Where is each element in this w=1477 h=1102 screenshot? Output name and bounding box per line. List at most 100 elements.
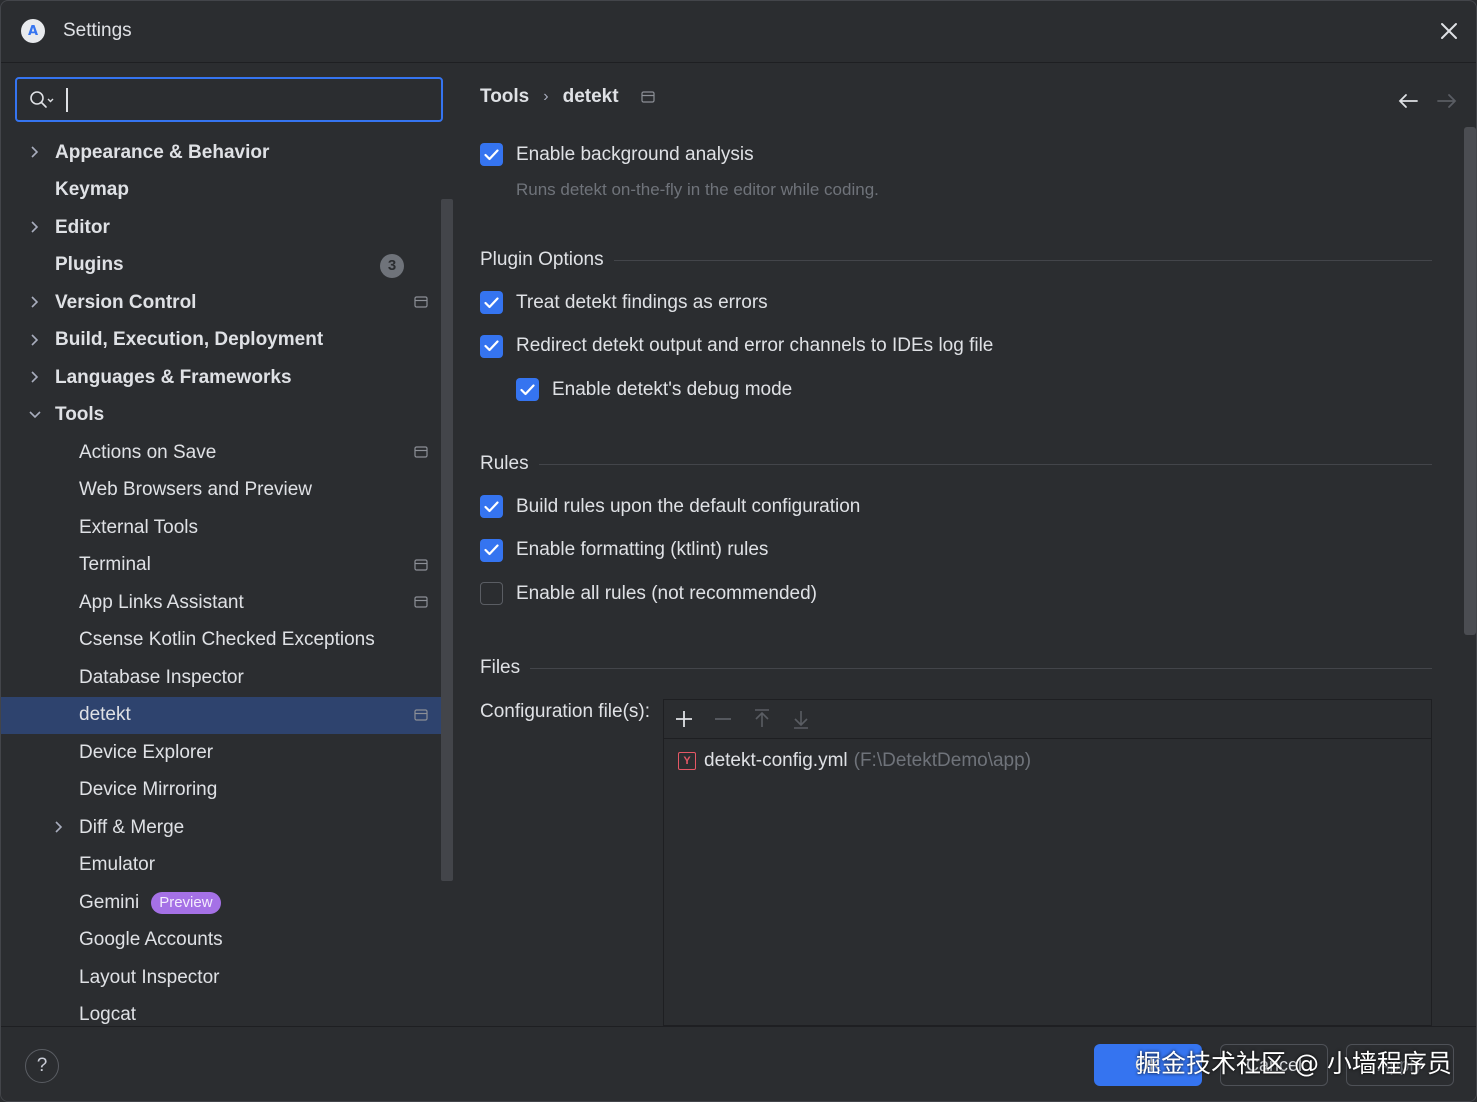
breadcrumb-parent[interactable]: Tools [480,86,529,108]
sidebar-item-external-tools[interactable]: External Tools [1,509,441,547]
search-input[interactable] [71,83,431,117]
project-level-icon [414,296,428,308]
logo-letter: A [27,23,39,39]
sidebar-item-detekt[interactable]: detekt [1,696,441,734]
sidebar-item-layout-inspector[interactable]: Layout Inspector [1,959,441,997]
sidebar-item-label: detekt [79,704,131,726]
sidebar-scrollbar[interactable] [441,199,453,881]
sidebar-item-text: Keymap [55,179,129,201]
sidebar-item-diff-merge[interactable]: Diff & Merge [1,809,441,847]
settings-tree: Appearance & Behavior Keymap Editor Plugins… [1,134,441,1034]
sidebar-item-gemini[interactable]: Gemini Preview [1,884,441,922]
yaml-file-icon: Y [678,752,696,770]
chevron-right-icon[interactable] [51,819,67,835]
sidebar-item-languages-frameworks[interactable]: Languages & Frameworks [1,359,441,397]
sidebar-item-build-execution-deployment[interactable]: Build, Execution, Deployment [1,322,441,360]
sidebar-item-label: Google Accounts [79,929,223,951]
option-enable-detekt-s-debug-mode[interactable]: Enable detekt's debug mode [516,378,792,401]
option-enable-all-rules-not-recommended[interactable]: Enable all rules (not recommended) [480,582,817,605]
plugin-options-title: Plugin Options [480,249,604,270]
close-icon[interactable] [1436,18,1462,44]
sidebar-item-appearance-behavior[interactable]: Appearance & Behavior [1,134,441,172]
option-label[interactable]: Build rules upon the default configurati… [516,496,860,518]
sidebar-item-label: Emulator [79,854,155,876]
sidebar-item-text: Tools [55,404,105,426]
sidebar-item-text: Logcat [79,1004,137,1026]
option-redirect-detekt-output-and-error-channels-to-ides-log-file[interactable]: Redirect detekt output and error channel… [480,334,993,358]
sidebar-item-device-mirroring[interactable]: Device Mirroring [1,772,441,810]
sidebar-item-text: Terminal [79,554,151,576]
chevron-right-icon[interactable] [27,294,43,310]
chevron-right-icon[interactable] [27,369,43,385]
sidebar-item-app-links-assistant[interactable]: App Links Assistant [1,584,441,622]
breadcrumb: Tools › detekt [480,86,655,108]
configuration-files-list[interactable]: Y detekt-config.yml (F:\DetektDemo\app) [663,699,1432,1026]
checkbox-checked-icon[interactable] [480,495,503,518]
checkbox-checked-icon[interactable] [480,143,503,166]
checkbox-unchecked-icon[interactable] [480,582,503,605]
plugin-options-section-title: Plugin Options [480,249,1432,271]
sidebar-item-version-control[interactable]: Version Control [1,284,441,322]
back-arrow-icon[interactable] [1397,92,1419,110]
move-down-icon[interactable] [790,708,812,730]
window-title: Settings [63,20,132,41]
background-analysis-label[interactable]: Enable background analysis [516,144,754,166]
sidebar-item-text: Languages & Frameworks [55,366,292,388]
checkbox-checked-icon[interactable] [480,334,503,358]
search-icon [30,91,54,108]
sidebar-item-terminal[interactable]: Terminal [1,547,441,585]
background-analysis-hint: Runs detekt on-the-fly in the editor whi… [516,180,879,199]
config-file-entry[interactable]: Y detekt-config.yml (F:\DetektDemo\app) [678,750,1031,772]
help-button[interactable]: ? [25,1049,59,1083]
sidebar-item-text: External Tools [79,516,198,538]
option-label[interactable]: Redirect detekt output and error channel… [516,335,993,357]
sidebar-item-label: Build, Execution, Deployment [55,329,323,351]
option-label[interactable]: Treat detekt findings as errors [516,292,768,314]
sidebar-item-web-browsers-and-preview[interactable]: Web Browsers and Preview [1,472,441,510]
content-scrollbar[interactable] [1464,127,1476,635]
option-label[interactable]: Enable detekt's debug mode [552,379,792,401]
sidebar-item-csense-kotlin-checked-exceptions[interactable]: Csense Kotlin Checked Exceptions [1,622,441,660]
dialog-footer: ? OK Cancel Apply 掘金技术社区 @ 小墙程序员 [1,1026,1476,1101]
sidebar-item-text: Web Browsers and Preview [79,479,313,501]
checkbox-checked-icon[interactable] [516,378,539,401]
option-treat-detekt-findings-as-errors[interactable]: Treat detekt findings as errors [480,291,768,314]
option-enable-formatting-ktlint-rules[interactable]: Enable formatting (ktlint) rules [480,538,768,562]
sidebar-item-emulator[interactable]: Emulator [1,847,441,885]
forward-arrow-icon[interactable] [1436,92,1458,110]
sidebar-item-text: App Links Assistant [79,591,244,613]
rules-section-title: Rules [480,453,1432,475]
settings-window: A Settings Appearance & Behavior Keymap Ed… [0,0,1477,1102]
checkbox-checked-icon[interactable] [480,538,503,562]
move-up-icon[interactable] [751,708,773,730]
chevron-right-icon[interactable] [27,144,43,160]
text-caret [66,88,68,112]
title-bar: A Settings [1,1,1476,63]
sidebar-item-label: Device Explorer [79,742,213,764]
sidebar-item-text: detekt [79,704,131,726]
sidebar-item-actions-on-save[interactable]: Actions on Save [1,434,441,472]
sidebar-item-database-inspector[interactable]: Database Inspector [1,659,441,697]
add-icon[interactable] [673,708,695,730]
sidebar-item-label: Keymap [55,179,129,201]
checkbox-checked-icon[interactable] [480,291,503,314]
chevron-right-icon[interactable] [27,332,43,348]
sidebar-item-google-accounts[interactable]: Google Accounts [1,922,441,960]
project-level-icon [640,91,655,103]
settings-search-box[interactable] [15,77,443,122]
option-label[interactable]: Enable formatting (ktlint) rules [516,539,768,561]
background-analysis-row[interactable]: Enable background analysis [480,143,754,166]
sidebar-item-plugins[interactable]: Plugins 3 [1,247,441,285]
config-file-name: detekt-config.yml [704,750,848,771]
sidebar-item-editor[interactable]: Editor [1,209,441,247]
option-label[interactable]: Enable all rules (not recommended) [516,583,817,605]
sidebar-item-label: Device Mirroring [79,779,217,801]
chevron-down-icon[interactable] [27,407,43,423]
sidebar-item-tools[interactable]: Tools [1,397,441,435]
sidebar-item-device-explorer[interactable]: Device Explorer [1,734,441,772]
remove-icon[interactable] [712,708,734,730]
chevron-right-icon[interactable] [27,219,43,235]
sidebar-item-keymap[interactable]: Keymap [1,172,441,210]
android-studio-logo-icon: A [21,19,45,43]
option-build-rules-upon-the-default-configuration[interactable]: Build rules upon the default configurati… [480,495,860,518]
